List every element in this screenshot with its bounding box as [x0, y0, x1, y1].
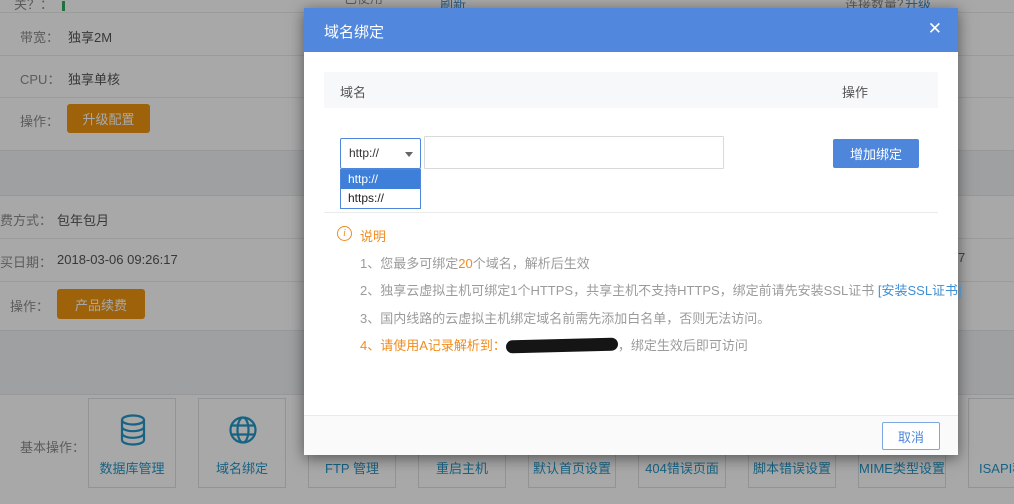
note-item-1: 1、您最多可绑定20个域名，解析后生效	[360, 253, 590, 272]
modal-footer: 取消	[304, 415, 958, 455]
divider	[324, 212, 938, 213]
modal-header: 域名绑定 ✕	[304, 8, 958, 52]
info-icon: i	[337, 226, 352, 241]
note-item-4: 4、请使用A记录解析到：，绑定生效后即可访问	[360, 335, 748, 354]
notes-heading: 说明	[360, 226, 386, 245]
column-header-domain: 域名	[340, 82, 366, 101]
protocol-selected-value: http://	[349, 146, 379, 160]
protocol-option-https[interactable]: https://	[341, 189, 420, 208]
close-icon[interactable]: ✕	[928, 19, 942, 39]
domain-input[interactable]	[424, 136, 724, 169]
max-domain-count: 20	[458, 256, 472, 271]
domain-binding-modal: 域名绑定 ✕ 域名 操作 http:// http:// https:// 增加…	[304, 8, 958, 455]
redacted-ip-address	[506, 338, 618, 354]
modal-title: 域名绑定	[324, 21, 384, 42]
note-item-3: 3、国内线路的云虚拟主机绑定域名前需先添加白名单，否则无法访问。	[360, 308, 770, 327]
add-binding-button[interactable]: 增加绑定	[833, 139, 919, 168]
note-item-2: 2、独享云虚拟主机可绑定1个HTTPS，共享主机不支持HTTPS，绑定前请先安装…	[360, 280, 962, 299]
cancel-button[interactable]: 取消	[882, 422, 940, 450]
protocol-dropdown-list: http:// https://	[340, 169, 421, 209]
domain-table-header: 域名 操作	[324, 72, 938, 108]
protocol-select[interactable]: http://	[340, 138, 421, 169]
protocol-option-http[interactable]: http://	[341, 170, 420, 189]
column-header-action: 操作	[842, 82, 868, 101]
chevron-down-icon	[405, 152, 413, 157]
install-ssl-link[interactable]: [安装SSL证书]	[878, 283, 962, 298]
